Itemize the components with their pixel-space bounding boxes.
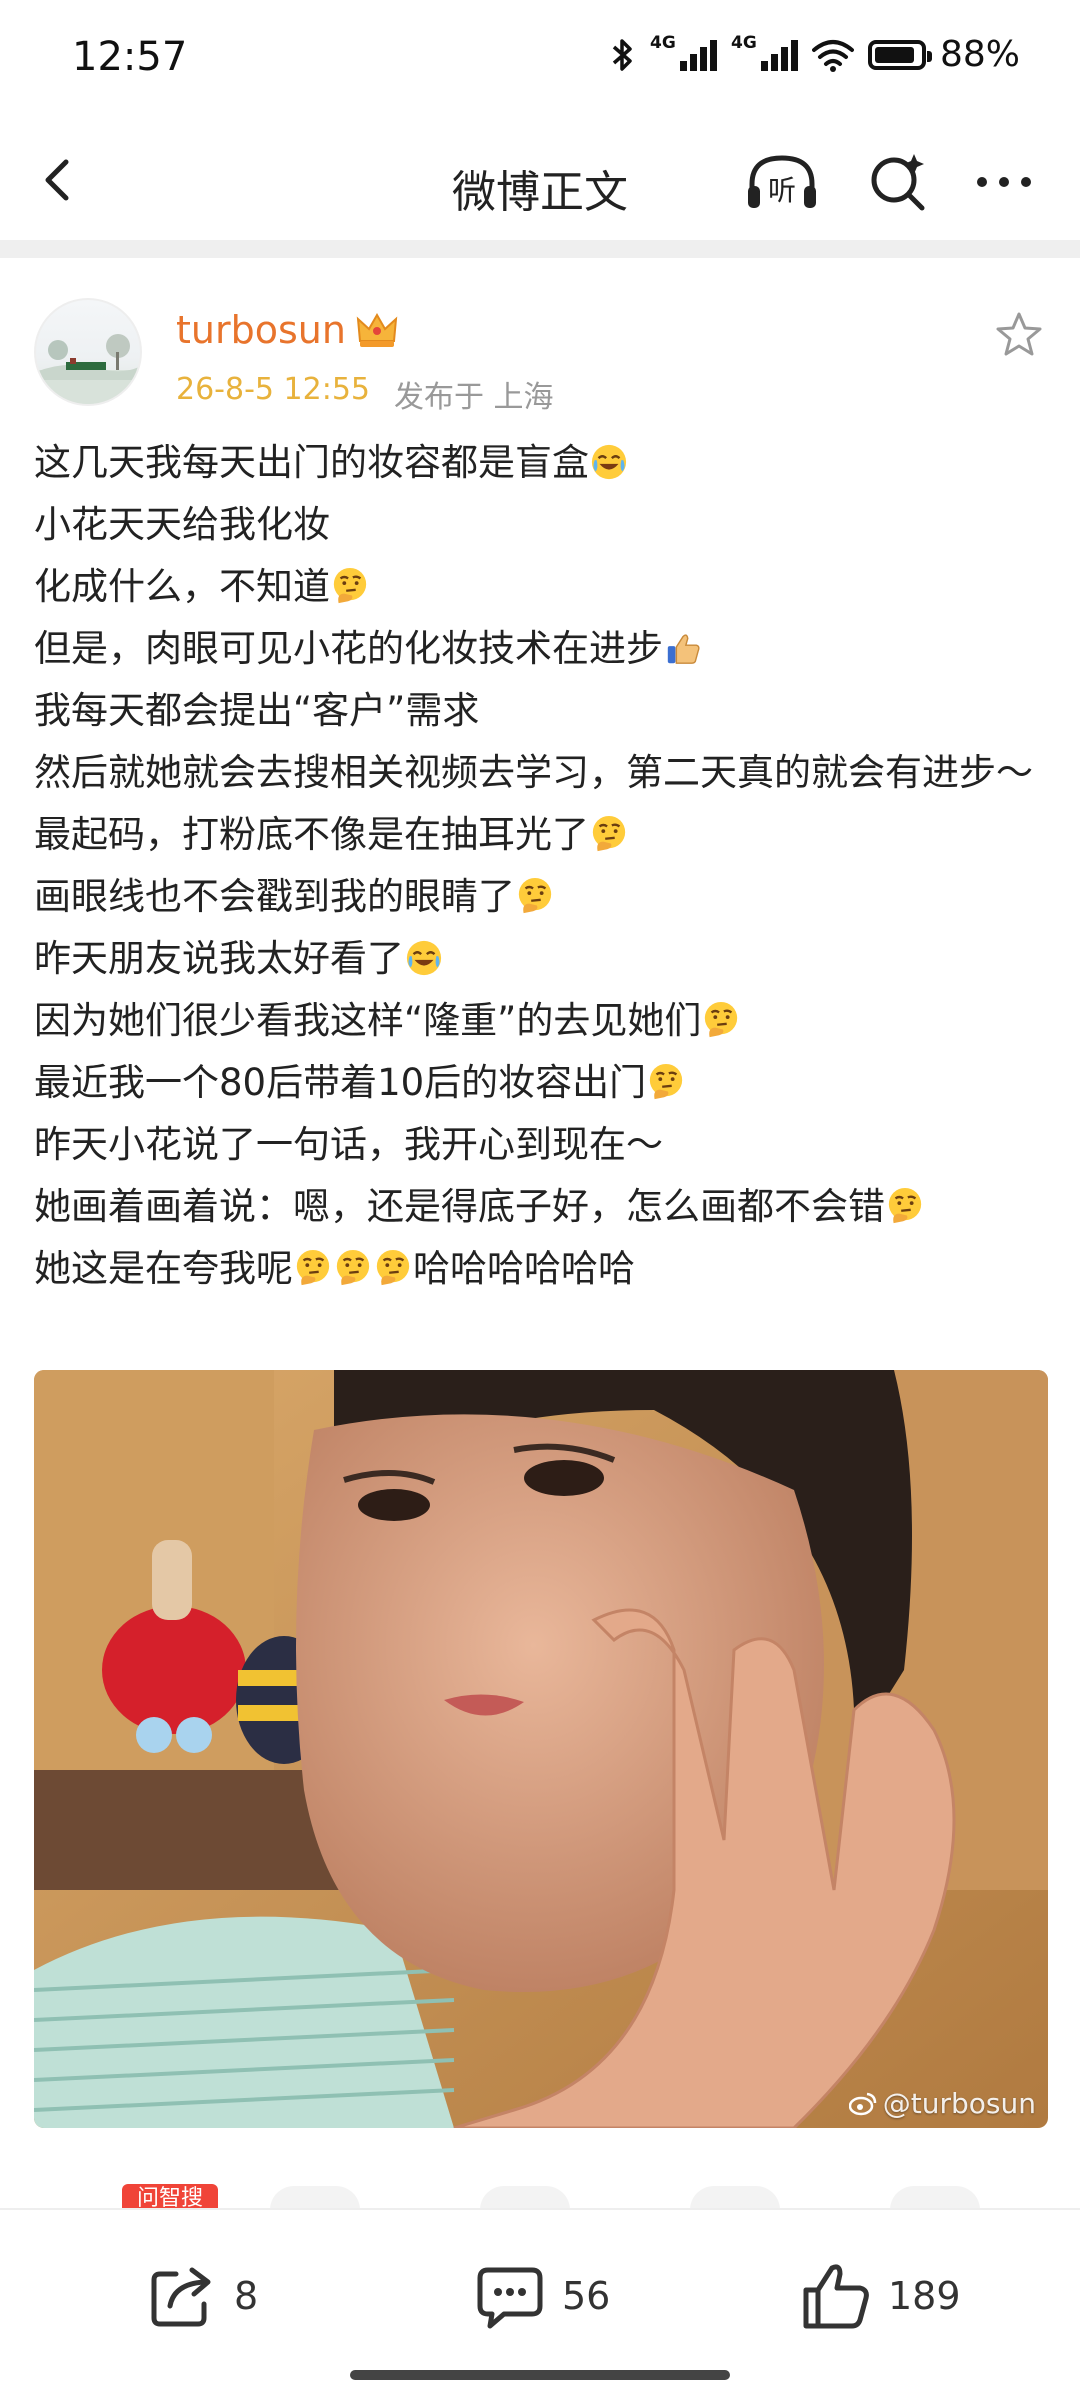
partial-avatar <box>270 2186 360 2210</box>
post-image[interactable]: @turbosun <box>34 1370 1048 2128</box>
author-name-text[interactable]: turbosun <box>176 308 346 352</box>
status-icons: 4G 4G 88% <box>610 33 1020 75</box>
post-line: 这几天我每天出门的妆容都是盲盒 <box>34 432 1050 494</box>
thinking-emoji <box>592 815 626 852</box>
post-line-text: 这几天我每天出门的妆容都是盲盒 <box>34 441 589 484</box>
post-line-text: 化成什么，不知道 <box>34 565 330 608</box>
listen-button[interactable]: 听 <box>744 150 816 214</box>
thumbs-up-emoji <box>667 634 700 664</box>
thinking-emoji <box>336 1249 370 1286</box>
bluetooth-icon <box>612 38 632 71</box>
author-name[interactable]: turbosun <box>176 308 398 352</box>
home-indicator[interactable] <box>350 2370 730 2380</box>
status-bar: 12:57 4G 4G 88% <box>0 0 1080 120</box>
post-line-text: 昨天朋友说我太好看了 <box>34 937 404 980</box>
post-line: 画眼线也不会戳到我的眼睛了 <box>34 866 1050 928</box>
post-line: 因为她们很少看我这样“隆重”的去见她们 <box>34 990 1050 1052</box>
partial-avatar <box>890 2186 980 2210</box>
laugh-cry-emoji <box>406 940 442 976</box>
post-line-text: 昨天小花说了一句话，我开心到现在～ <box>34 1123 663 1166</box>
post-line-text: 最近我一个80后带着10后的妆容出门 <box>34 1061 647 1104</box>
post-line-text: 然后就她就会去搜相关视频去学习，第二天真的就会有进步～ <box>34 751 1033 794</box>
listen-headphones-icon: 听 <box>748 155 816 208</box>
battery-percent: 88% <box>939 34 1020 75</box>
battery-icon <box>867 39 932 70</box>
thinking-emoji <box>333 567 367 604</box>
more-icon[interactable] <box>972 150 1036 214</box>
network-type-label: 4G <box>730 32 757 53</box>
post-line: 她这是在夸我呢 哈哈哈哈哈哈 <box>34 1238 1050 1300</box>
post-line: 小花天天给我化妆 <box>34 494 1050 556</box>
post-line: 最起码，打粉底不像是在抽耳光了 <box>34 804 1050 866</box>
thinking-emoji <box>705 1001 738 1038</box>
post-line-text: 因为她们很少看我这样“隆重”的去见她们 <box>34 999 702 1042</box>
image-watermark-text: @turbosun <box>882 2087 1036 2120</box>
post-body: 这几天我每天出门的妆容都是盲盒 小花天天给我化妆 化成什么，不知道 但是，肉眼可… <box>34 432 1050 1300</box>
thinking-emoji <box>296 1249 330 1286</box>
repost-count: 8 <box>234 2274 259 2318</box>
post-line-text: 她画着画着说：嗯，还是得底子好，怎么画都不会错 <box>34 1185 885 1228</box>
thinking-emoji <box>650 1063 683 1100</box>
comment-button[interactable]: 56 <box>474 2260 610 2332</box>
post-line: 昨天小花说了一句话，我开心到现在～ <box>34 1114 1050 1176</box>
comment-icon <box>477 2267 543 2329</box>
partial-avatar <box>480 2186 570 2210</box>
post-line-text: 我每天都会提出“客户”需求 <box>34 689 480 732</box>
post-line-text: 最起码，打粉底不像是在抽耳光了 <box>34 813 589 856</box>
post-line-text: 哈哈哈哈哈哈 <box>413 1247 635 1290</box>
network-type-label: 4G <box>649 32 676 53</box>
section-divider <box>0 240 1080 258</box>
signal-icon: 4G <box>731 33 798 71</box>
thinking-emoji <box>888 1187 922 1224</box>
like-button[interactable]: 189 <box>800 2260 961 2332</box>
thinking-emoji <box>376 1249 410 1286</box>
signal-icon: 4G <box>650 33 717 71</box>
wifi-icon <box>811 39 854 72</box>
like-thumb-icon <box>803 2264 869 2329</box>
weibo-logo-icon <box>848 2092 877 2115</box>
post-line-text: 她这是在夸我呢 <box>34 1247 293 1290</box>
laugh-cry-emoji <box>591 444 627 480</box>
like-count: 189 <box>888 2274 961 2318</box>
ai-search-icon[interactable] <box>866 150 930 214</box>
repost-button[interactable]: 8 <box>146 2260 258 2332</box>
ai-search-tag[interactable]: 问智搜 <box>122 2184 218 2208</box>
selfie-photo <box>34 1370 1048 2128</box>
avatar[interactable] <box>34 298 142 406</box>
image-watermark: @turbosun <box>848 2087 1036 2120</box>
post-line-text: 小花天天给我化妆 <box>34 503 330 546</box>
listen-label: 听 <box>768 174 796 207</box>
post-line: 但是，肉眼可见小花的化妆技术在进步 <box>34 618 1050 680</box>
post-time: 26-8-5 12:55 <box>176 372 370 407</box>
post-line-text: 画眼线也不会戳到我的眼睛了 <box>34 875 515 918</box>
repost-icon <box>151 2267 211 2327</box>
partial-avatar <box>690 2186 780 2210</box>
post-line: 我每天都会提出“客户”需求 <box>34 680 1050 742</box>
crown-icon <box>356 312 398 347</box>
favorite-star-icon[interactable] <box>994 310 1044 360</box>
post-line: 然后就她就会去搜相关视频去学习，第二天真的就会有进步～ <box>34 742 1050 804</box>
post-line: 化成什么，不知道 <box>34 556 1050 618</box>
top-nav-bar: 微博正文 听 <box>0 120 1080 240</box>
status-time: 12:57 <box>72 34 188 80</box>
post-line: 昨天朋友说我太好看了 <box>34 928 1050 990</box>
post-meta: 26-8-5 12:55 发布于 上海 <box>176 372 554 416</box>
post-line-text: 但是，肉眼可见小花的化妆技术在进步 <box>34 627 663 670</box>
thinking-emoji <box>518 877 552 914</box>
post-location: 发布于 上海 <box>394 380 554 415</box>
post-line: 她画着画着说：嗯，还是得底子好，怎么画都不会错 <box>34 1176 1050 1238</box>
comment-count: 56 <box>562 2274 611 2318</box>
post-line: 最近我一个80后带着10后的妆容出门 <box>34 1052 1050 1114</box>
